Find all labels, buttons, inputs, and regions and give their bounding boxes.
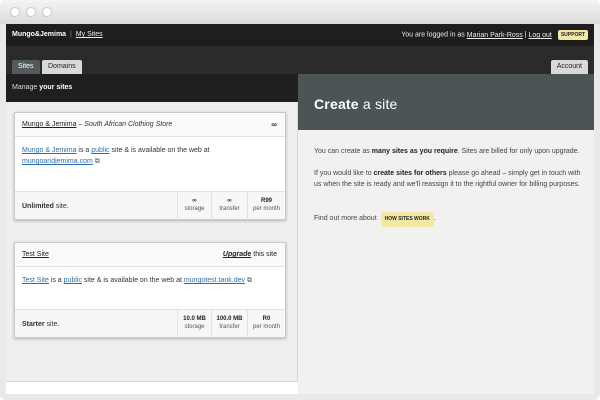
storage-value: 10.0 MB xyxy=(183,316,206,322)
p1-text-b: . Sites are billed for only upon upgrade… xyxy=(457,148,580,155)
find-out-more: Find out more about HOW SITES WORK. xyxy=(314,212,584,227)
user-info: You are logged in as Marian Park-Ross | … xyxy=(401,30,588,40)
create-site-heading: Create a site xyxy=(298,74,594,130)
transfer-value: 100.0 MB xyxy=(216,316,243,322)
plan-label: Starter site. xyxy=(22,321,59,328)
body-text-is: is a xyxy=(76,147,92,154)
transfer-stat: 100.0 MB transfer xyxy=(211,310,247,338)
heading-bold: Create xyxy=(314,96,359,112)
create-site-panel: Create a site You can create as many sit… xyxy=(298,74,594,394)
tab-account[interactable]: Account xyxy=(550,60,588,74)
storage-stat: ∞ storage xyxy=(177,192,211,220)
sites-panel: Manage your sites Mungo & Jemima – South… xyxy=(6,74,298,394)
plan-suffix: site. xyxy=(44,321,60,328)
storage-value: ∞ xyxy=(192,198,197,204)
site-card-header: Test Site Upgrade this site xyxy=(15,243,285,267)
info-paragraph-2: If you would like to create sites for ot… xyxy=(314,168,584,190)
body-text-is: is a xyxy=(48,277,64,284)
brand-name: Mungo&Jemima xyxy=(12,31,67,38)
site-tagline: – South African Clothing Store xyxy=(76,121,173,128)
price-stat: R99 per month xyxy=(247,192,285,220)
public-link[interactable]: public xyxy=(91,147,109,154)
site-card: Mungo & Jemima – South African Clothing … xyxy=(14,112,286,220)
p1-bold: many sites as you require xyxy=(371,148,458,155)
site-card-header: Mungo & Jemima – South African Clothing … xyxy=(15,113,285,137)
storage-stat: 10.0 MB storage xyxy=(177,310,211,338)
logged-in-text: You are logged in as xyxy=(401,31,465,39)
manage-bold: your sites xyxy=(39,84,73,91)
site-name-link[interactable]: Mungo & Jemima xyxy=(22,147,76,154)
storage-label: storage xyxy=(184,206,205,212)
upgrade-rest[interactable]: this site xyxy=(251,251,277,258)
unlimited-icon: ∞ xyxy=(271,120,277,129)
site-url-link[interactable]: mungoandjemima.com xyxy=(22,158,93,165)
transfer-label: transfer xyxy=(219,324,240,330)
heading-rest: a site xyxy=(358,96,398,112)
page-viewport: Mungo&Jemima | My Sites You are logged i… xyxy=(6,24,594,394)
plan-name: Starter xyxy=(22,321,45,328)
browser-chrome xyxy=(0,0,600,24)
tab-sites[interactable]: Sites xyxy=(12,60,40,74)
top-bar: Mungo&Jemima | My Sites You are logged i… xyxy=(6,24,594,46)
transfer-value: ∞ xyxy=(227,198,232,204)
site-name-link[interactable]: Test Site xyxy=(22,277,49,284)
external-link-icon[interactable]: ⧉ xyxy=(95,158,100,165)
logout-link[interactable]: Log out xyxy=(529,32,552,39)
price-value: R0 xyxy=(262,316,271,322)
sites-list: Mungo & Jemima – South African Clothing … xyxy=(6,102,298,382)
body-text-rest: site & is available on the web at xyxy=(81,277,184,284)
body-text-rest: site & is available on the web at xyxy=(109,147,210,154)
price-stat: R0 per month xyxy=(247,310,285,338)
site-card: Test Site Upgrade this site Test Site is… xyxy=(14,242,286,338)
public-link[interactable]: public xyxy=(64,277,82,284)
user-name-link[interactable]: Marian Park-Ross xyxy=(467,32,523,39)
info-paragraph-1: You can create as many sites as you requ… xyxy=(314,146,584,157)
plan-name: Unlimited xyxy=(22,203,54,210)
transfer-stat: ∞ transfer xyxy=(211,192,247,220)
how-sites-work-button[interactable]: HOW SITES WORK xyxy=(380,212,434,227)
tab-bar: Sites Domains Account xyxy=(6,46,594,74)
my-sites-link[interactable]: My Sites xyxy=(76,31,103,38)
transfer-label: transfer xyxy=(219,206,240,212)
upgrade-site-link[interactable]: Upgrade this site xyxy=(223,251,277,258)
manage-sites-heading: Manage your sites xyxy=(6,74,298,102)
price-label: per month xyxy=(252,206,280,212)
price-value: R99 xyxy=(260,198,272,204)
upgrade-bold[interactable]: Upgrade xyxy=(223,251,251,258)
plan-label: Unlimited site. xyxy=(22,203,69,210)
support-button[interactable]: SUPPORT xyxy=(557,30,588,40)
close-window-dot[interactable] xyxy=(10,7,20,17)
brand-separator: | xyxy=(70,31,72,38)
site-card-footer: Unlimited site. ∞ storage ∞ transfer R99 pe… xyxy=(15,191,285,220)
browser-window: Mungo&Jemima | My Sites You are logged i… xyxy=(0,0,600,400)
plan-suffix: site. xyxy=(53,203,69,210)
site-title-link[interactable]: Test Site xyxy=(22,251,49,258)
external-link-icon[interactable]: ⧉ xyxy=(247,277,252,284)
more-suffix: . xyxy=(433,215,436,222)
create-site-info: You can create as many sites as you requ… xyxy=(314,146,584,238)
tab-domains[interactable]: Domains xyxy=(42,60,82,74)
p2-text-a: If you would like to xyxy=(314,170,374,177)
brand: Mungo&Jemima | My Sites xyxy=(12,31,103,38)
storage-label: storage xyxy=(184,324,205,330)
minimize-window-dot[interactable] xyxy=(26,7,36,17)
site-url-link[interactable]: mungotest.tank.dev xyxy=(184,277,245,284)
maximize-window-dot[interactable] xyxy=(42,7,52,17)
site-card-body: Test Site is a public site & is availabl… xyxy=(15,267,285,294)
p1-text-a: You can create as xyxy=(314,148,372,155)
site-card-footer: Starter site. 10.0 MB storage 100.0 MB tra… xyxy=(15,309,285,338)
price-label: per month xyxy=(252,324,280,330)
p2-bold: create sites for others xyxy=(373,170,447,177)
manage-prefix: Manage xyxy=(12,84,38,91)
more-prefix: Find out more about xyxy=(314,215,377,222)
site-title-link[interactable]: Mungo & Jemima xyxy=(22,121,76,128)
user-separator: | xyxy=(524,31,527,39)
site-card-body: Mungo & Jemima is a public site & is ava… xyxy=(15,137,285,175)
